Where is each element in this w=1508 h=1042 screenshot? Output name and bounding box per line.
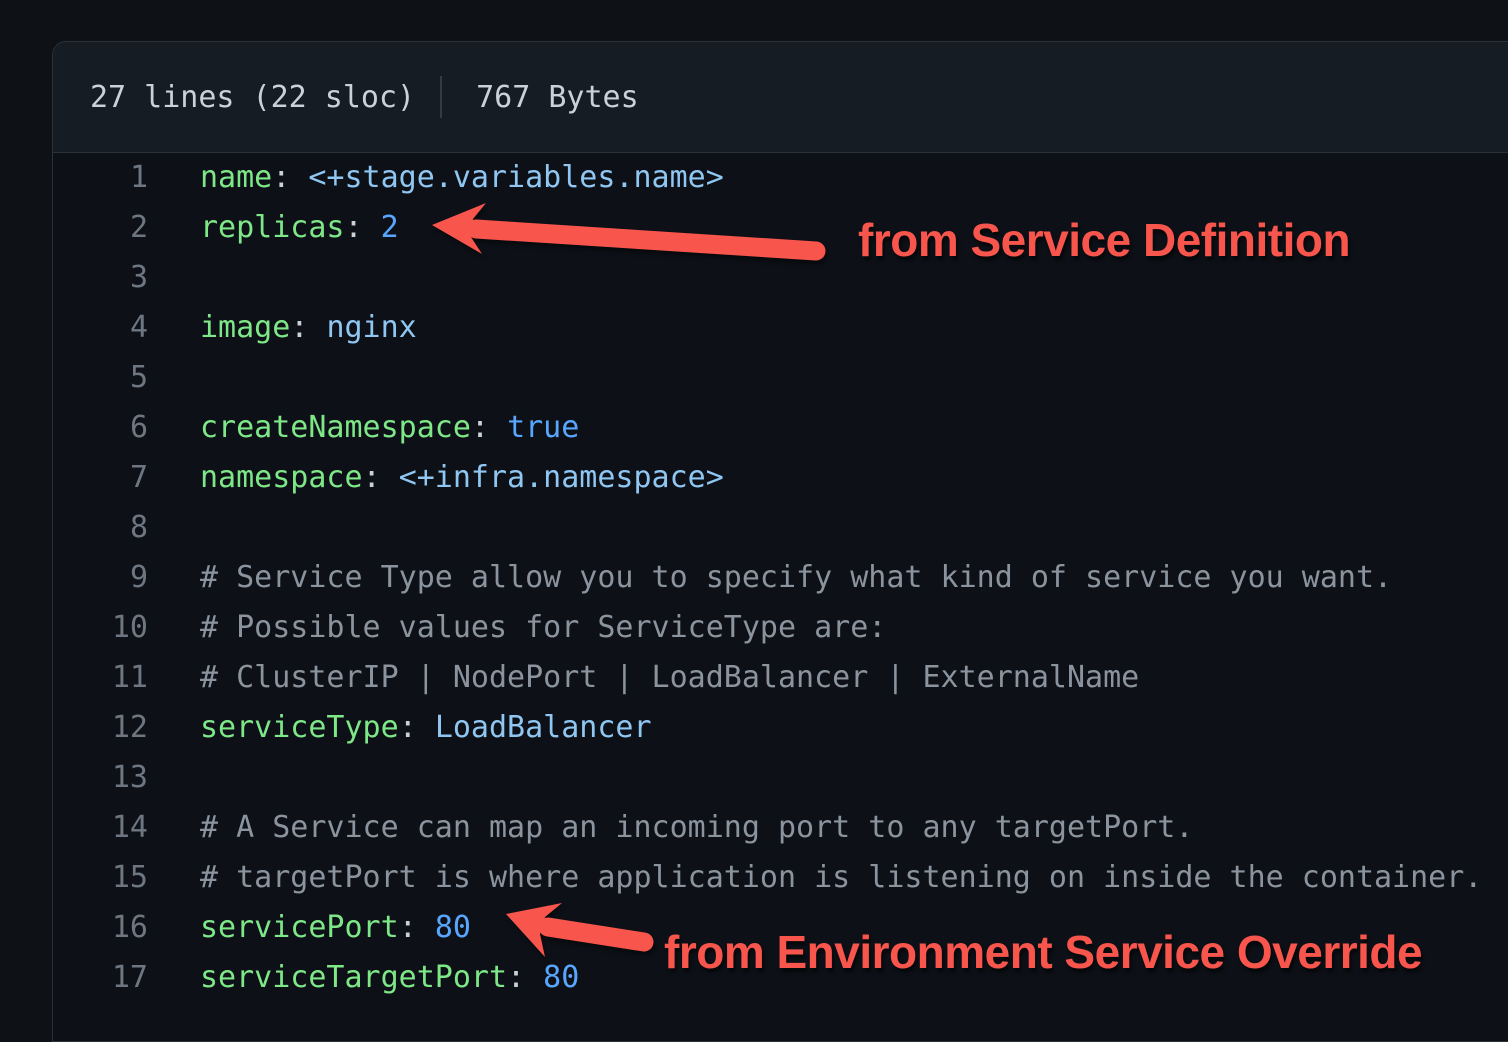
- file-size-info: 767 Bytes: [476, 80, 639, 115]
- line-content: # targetPort is where application is lis…: [200, 853, 1482, 903]
- line-content: serviceType: LoadBalancer: [200, 703, 652, 753]
- code-lines: 1 name: <+stage.variables.name> 2 replicas:…: [53, 153, 1508, 1003]
- line-content: # Possible values for ServiceType are:: [200, 603, 886, 653]
- file-panel: 27 lines (22 sloc) 767 Bytes 1 name: <+st…: [52, 41, 1508, 1042]
- line-content: createNamespace: true: [200, 403, 579, 453]
- line-content: # Service Type allow you to specify what…: [200, 553, 1392, 603]
- line-content: # A Service can map an incoming port to …: [200, 803, 1193, 853]
- line-number[interactable]: 1: [53, 153, 148, 203]
- annotation-text-service-definition: from Service Definition: [858, 214, 1350, 266]
- line-number[interactable]: 9: [53, 553, 148, 603]
- code-line: 1 name: <+stage.variables.name>: [53, 153, 1508, 203]
- file-header-bar: 27 lines (22 sloc) 767 Bytes: [53, 42, 1508, 153]
- code-line: 8: [53, 503, 1508, 553]
- code-line: 4 image: nginx: [53, 303, 1508, 353]
- line-content: serviceTargetPort: 80: [200, 953, 579, 1003]
- line-number[interactable]: 10: [53, 603, 148, 653]
- code-line: 12 serviceType: LoadBalancer: [53, 703, 1508, 753]
- line-number[interactable]: 6: [53, 403, 148, 453]
- line-content: servicePort: 80: [200, 903, 471, 953]
- line-number[interactable]: 4: [53, 303, 148, 353]
- code-line: 13: [53, 753, 1508, 803]
- code-line: 7 namespace: <+infra.namespace>: [53, 453, 1508, 503]
- line-number[interactable]: 5: [53, 353, 148, 403]
- code-line: 9 # Service Type allow you to specify wha…: [53, 553, 1508, 603]
- code-blob: 1 name: <+stage.variables.name> 2 replicas:…: [53, 153, 1508, 1003]
- line-number[interactable]: 3: [53, 253, 148, 303]
- line-content: name: <+stage.variables.name>: [200, 153, 724, 203]
- line-number[interactable]: 8: [53, 503, 148, 553]
- code-line: 6 createNamespace: true: [53, 403, 1508, 453]
- line-number[interactable]: 11: [53, 653, 148, 703]
- code-line: 15 # targetPort is where application is l…: [53, 853, 1508, 903]
- line-number[interactable]: 15: [53, 853, 148, 903]
- line-number[interactable]: 17: [53, 953, 148, 1003]
- code-line: 14 # A Service can map an incoming port t…: [53, 803, 1508, 853]
- file-lines-info: 27 lines (22 sloc): [90, 80, 415, 115]
- line-content: # ClusterIP | NodePort | LoadBalancer | …: [200, 653, 1139, 703]
- header-divider: [440, 76, 442, 118]
- code-line: 11 # ClusterIP | NodePort | LoadBalancer …: [53, 653, 1508, 703]
- line-content: namespace: <+infra.namespace>: [200, 453, 724, 503]
- annotation-text-environment-service-override: from Environment Service Override: [664, 926, 1422, 978]
- line-number[interactable]: 12: [53, 703, 148, 753]
- line-number[interactable]: 16: [53, 903, 148, 953]
- code-line: 10 # Possible values for ServiceType are:: [53, 603, 1508, 653]
- line-content: replicas: 2: [200, 203, 399, 253]
- code-line: 5: [53, 353, 1508, 403]
- line-number[interactable]: 2: [53, 203, 148, 253]
- line-content: image: nginx: [200, 303, 417, 353]
- line-number[interactable]: 13: [53, 753, 148, 803]
- line-number[interactable]: 7: [53, 453, 148, 503]
- line-number[interactable]: 14: [53, 803, 148, 853]
